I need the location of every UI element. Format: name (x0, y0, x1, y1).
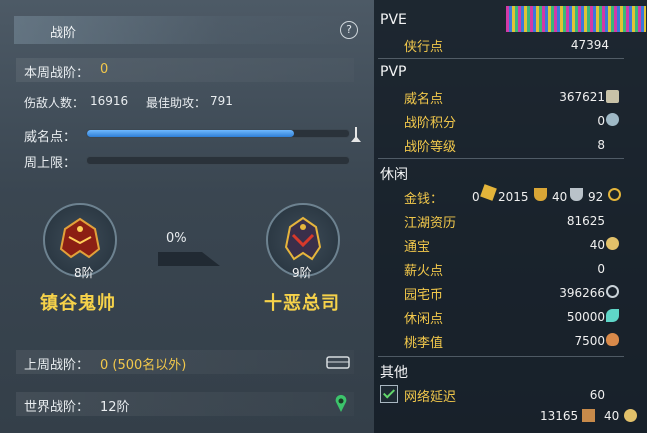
bottom-value-2: 40 (604, 409, 620, 423)
currency-value: 0 (597, 114, 605, 128)
currency-value: 50000 (566, 310, 605, 324)
gold-ingot-icon (480, 184, 497, 201)
leisure-leaf-icon (606, 309, 619, 322)
kills-value: 16916 (90, 94, 129, 108)
assist-value: 791 (210, 94, 233, 108)
currency-value: 0 (597, 262, 605, 276)
currency-value: 81625 (566, 214, 605, 228)
divider (378, 356, 624, 357)
world-rank-row: 世界战阶： 12阶 (16, 392, 354, 416)
currency-label: 园宅币 (404, 288, 444, 303)
tongbao-coin-icon (606, 237, 619, 250)
rank-score-icon (606, 113, 619, 126)
latency-checkbox[interactable] (380, 385, 398, 403)
world-rank-value: 12阶 (100, 400, 130, 415)
currency-label: 战阶积分 (404, 116, 457, 131)
currency-label: 桃李值 (404, 336, 444, 351)
weekly-rank-row: 本周战阶： 0 (16, 58, 354, 82)
pvp-header: PVP (380, 64, 407, 80)
next-rank-level: 9阶 (292, 266, 312, 280)
last-week-value: 0 (500名以外) (100, 358, 187, 373)
weekly-cap-label: 周上限： (24, 156, 77, 171)
currency-label: 战阶等级 (404, 140, 457, 155)
assist-label: 最佳助攻： (146, 96, 207, 110)
home-coin-icon (606, 285, 619, 298)
last-week-label: 上周战阶： (24, 358, 90, 373)
location-icon[interactable] (334, 394, 348, 414)
coin-icon (624, 409, 637, 422)
rank-panel: 战阶 ? 本周战阶： 0 伤敌人数： 16916 最佳助攻： 791 威名点： … (0, 0, 374, 433)
weekly-cap-bar (86, 156, 350, 165)
other-header: 其他 (380, 365, 408, 381)
currency-label: 休闲点 (404, 312, 444, 327)
coin-icon (608, 188, 621, 201)
currency-label: 江湖资历 (404, 216, 457, 231)
help-icon[interactable]: ? (340, 21, 358, 39)
currency-label: 通宝 (404, 240, 431, 255)
panel-title: 战阶 (50, 26, 77, 41)
divider (378, 58, 624, 59)
leisure-header: 休闲 (380, 167, 408, 183)
prestige-progress-fill (87, 130, 294, 137)
last-week-row: 上周战阶： 0 (500名以外) (16, 350, 354, 374)
silver-ingot-icon (534, 188, 547, 201)
current-rank-name: 镇谷鬼帅 (40, 293, 116, 314)
helmet-icon (59, 217, 101, 259)
decorative-strip (506, 6, 646, 32)
weekly-rank-label: 本周战阶： (24, 66, 90, 81)
current-rank-level: 8阶 (74, 266, 94, 280)
prestige-label: 威名点： (24, 130, 77, 145)
prestige-icon (606, 90, 619, 103)
currency-label: 威名点 (404, 92, 444, 107)
pve-header: PVE (380, 12, 407, 28)
chest-icon[interactable] (326, 355, 350, 369)
money-coin-value: 92 (588, 190, 604, 204)
peach-icon (606, 333, 619, 346)
currency-value: 8 (597, 138, 605, 152)
panel-header: 战阶 ? (14, 16, 360, 44)
currency-value: 7500 (574, 334, 605, 348)
money-copper-value: 40 (552, 190, 568, 204)
prestige-progress-bar (86, 129, 350, 138)
marker-icon (351, 127, 361, 142)
arrow-icon (158, 252, 220, 266)
money-label: 金钱： (404, 192, 444, 207)
next-rank-name: 十恶总司 (264, 293, 340, 314)
currency-label: 网络延迟 (404, 390, 457, 405)
currency-panel: PVE 侠行点 47394 PVP 威名点 367621 战阶积分 0 战阶等级… (374, 0, 647, 433)
currency-value: 40 (589, 238, 605, 252)
money-gold-value: 0 (472, 190, 480, 204)
weekly-rank-value: 0 (100, 62, 109, 77)
divider (378, 158, 624, 159)
currency-value: 367621 (559, 90, 605, 104)
currency-label: 侠行点 (404, 40, 444, 55)
bottom-value-1: 13165 (540, 409, 579, 423)
figure-icon (582, 409, 595, 422)
money-silver-value: 2015 (498, 190, 529, 204)
rank-progress-text: 0% (166, 231, 187, 246)
copper-ingot-icon (570, 188, 583, 201)
currency-value: 47394 (570, 38, 609, 52)
world-rank-label: 世界战阶： (24, 400, 90, 415)
helmet-icon (284, 216, 322, 261)
kills-label: 伤敌人数： (24, 96, 85, 110)
latency-value: 60 (589, 388, 605, 402)
currency-label: 薪火点 (404, 264, 444, 279)
currency-value: 396266 (559, 286, 605, 300)
